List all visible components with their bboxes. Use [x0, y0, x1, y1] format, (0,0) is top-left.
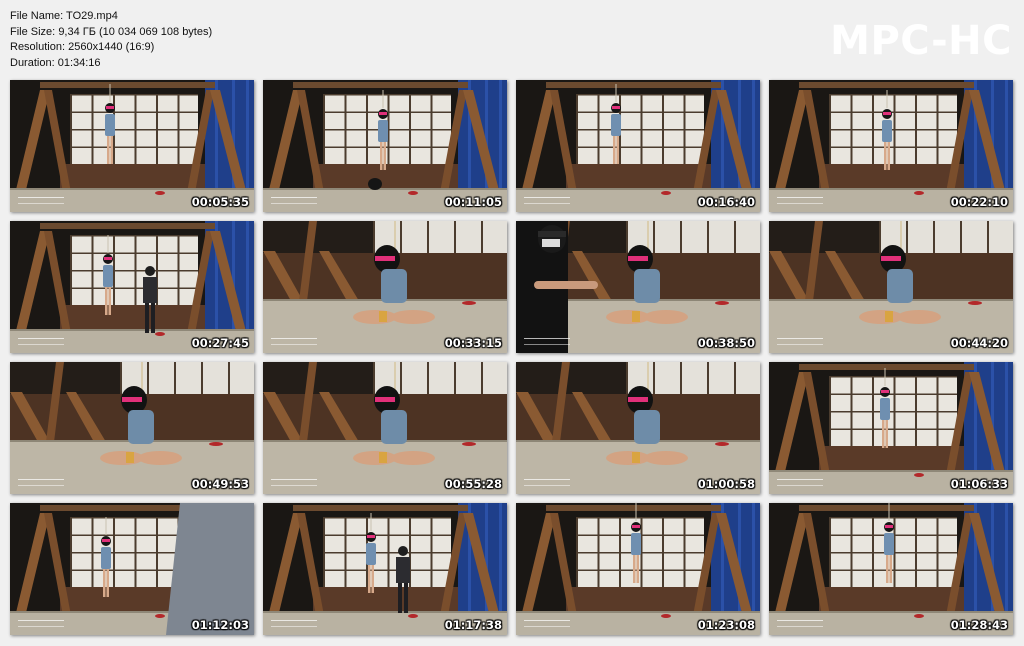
video-frame-image	[10, 362, 254, 494]
video-frame-image	[769, 80, 1013, 212]
watermark	[271, 479, 317, 486]
video-frame-image	[769, 221, 1013, 353]
timestamp: 00:11:05	[444, 195, 502, 209]
video-frame-image	[263, 503, 507, 635]
timestamp: 00:44:20	[950, 336, 1008, 350]
watermark	[271, 338, 317, 345]
thumbnail: 01:06:33	[769, 362, 1013, 494]
file-size-value: 9,34 ГБ (10 034 069 108 bytes)	[58, 25, 213, 38]
brand-logo: MPC-HC	[830, 18, 1012, 64]
video-frame-image	[769, 362, 1013, 494]
timestamp: 00:22:10	[950, 195, 1008, 209]
video-frame-image	[516, 80, 760, 212]
watermark	[777, 479, 823, 486]
watermark	[524, 620, 570, 627]
watermark	[18, 197, 64, 204]
file-name-line: File Name: TO29.mp4	[10, 9, 212, 25]
video-frame-image	[263, 362, 507, 494]
timestamp: 01:28:43	[950, 618, 1008, 632]
file-info-panel: File Name: TO29.mp4 File Size: 9,34 ГБ (…	[10, 9, 212, 71]
thumbnail: 00:49:53	[10, 362, 254, 494]
thumbnail: 00:38:50	[516, 221, 760, 353]
watermark	[777, 197, 823, 204]
watermark	[777, 620, 823, 627]
thumbnail-grid: 00:05:35 00:11:05 00:16:40 00:22:10 00:27:45…	[10, 80, 1013, 635]
watermark	[524, 479, 570, 486]
resolution-value: 2560x1440 (16:9)	[68, 41, 155, 53]
timestamp: 01:23:08	[697, 618, 755, 632]
thumbnail: 00:55:28	[263, 362, 507, 494]
duration-value: 01:34:16	[57, 56, 101, 69]
watermark	[18, 479, 64, 486]
watermark	[524, 338, 570, 345]
video-frame-image	[10, 221, 254, 353]
timestamp: 00:55:28	[444, 477, 502, 491]
video-frame-image	[516, 362, 760, 494]
video-frame-image	[10, 503, 254, 635]
watermark	[18, 338, 64, 345]
timestamp: 01:06:33	[950, 477, 1008, 491]
thumbnail: 00:11:05	[263, 80, 507, 212]
timestamp: 01:17:38	[444, 618, 502, 632]
thumbnail: 00:05:35	[10, 80, 254, 212]
timestamp: 01:00:58	[697, 477, 755, 491]
timestamp: 00:38:50	[697, 336, 755, 350]
timestamp: 00:05:35	[191, 195, 249, 209]
thumbnail: 01:23:08	[516, 503, 760, 635]
file-name-label: File Name:	[10, 10, 64, 22]
thumbnail: 01:12:03	[10, 503, 254, 635]
resolution-label: Resolution:	[10, 41, 66, 53]
thumbnail: 01:00:58	[516, 362, 760, 494]
thumbnail: 00:22:10	[769, 80, 1013, 212]
duration-label: Duration:	[10, 56, 55, 69]
timestamp: 00:33:15	[444, 336, 502, 350]
video-frame-image	[263, 80, 507, 212]
video-frame-image	[263, 221, 507, 353]
resolution-line: Resolution: 2560x1440 (16:9)	[10, 40, 212, 56]
thumbnail: 00:27:45	[10, 221, 254, 353]
thumbnail: 00:33:15	[263, 221, 507, 353]
thumbnail: 01:17:38	[263, 503, 507, 635]
watermark	[271, 620, 317, 627]
watermark	[18, 620, 64, 627]
video-frame-image	[516, 503, 760, 635]
thumbnail: 00:16:40	[516, 80, 760, 212]
video-frame-image	[10, 80, 254, 212]
file-name-value: TO29.mp4	[66, 10, 118, 22]
file-size-label: File Size:	[10, 25, 56, 38]
timestamp: 00:16:40	[697, 195, 755, 209]
watermark	[777, 338, 823, 345]
thumbnail: 01:28:43	[769, 503, 1013, 635]
timestamp: 00:27:45	[191, 336, 249, 350]
watermark	[271, 197, 317, 204]
thumbnail: 00:44:20	[769, 221, 1013, 353]
duration-line: Duration: 01:34:16	[10, 56, 212, 72]
timestamp: 00:49:53	[191, 477, 249, 491]
video-frame-image	[769, 503, 1013, 635]
timestamp: 01:12:03	[191, 618, 249, 632]
file-size-line: File Size: 9,34 ГБ (10 034 069 108 bytes…	[10, 25, 212, 41]
video-frame-image	[516, 221, 760, 353]
watermark	[524, 197, 570, 204]
